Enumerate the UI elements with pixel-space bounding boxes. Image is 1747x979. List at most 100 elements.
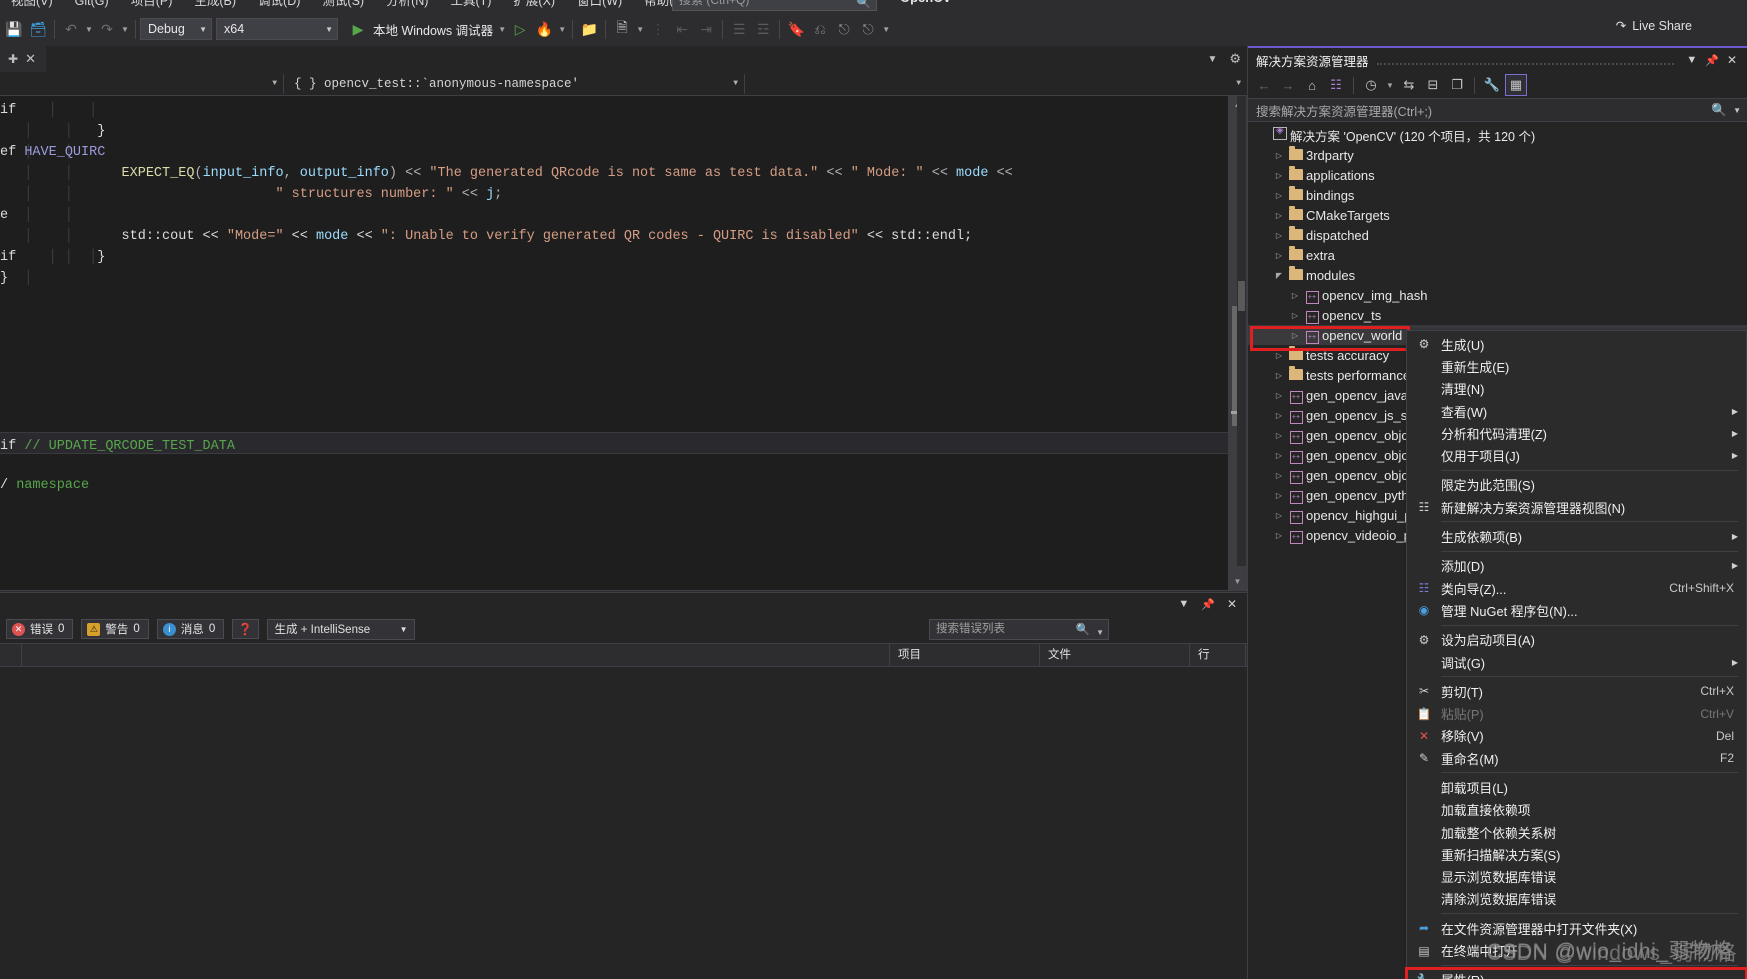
context-menu-item----d-[interactable]: 添加(D) ▶ (1407, 555, 1746, 577)
menu-item-test[interactable]: 测试(S) (311, 0, 375, 12)
context-menu-item----n-[interactable]: 清理(N) (1407, 378, 1746, 400)
sync-icon[interactable]: ⇆ (1398, 74, 1420, 96)
context-menu-item----------[interactable]: 清除浏览数据库错误 (1407, 888, 1746, 910)
pending-changes-icon[interactable]: ◷ (1360, 74, 1382, 96)
chevron-right-icon[interactable]: ▷ (1272, 491, 1286, 500)
hot-reload-dropdown-icon[interactable]: ▼ (556, 25, 568, 34)
close-icon[interactable]: ✕ (25, 51, 36, 67)
solution-explorer-gutter-scrollbar[interactable] (1237, 96, 1246, 566)
intellisense-icon[interactable]: ❓ (232, 619, 259, 639)
prev-bookmark-icon[interactable]: ⎌ (808, 17, 832, 41)
document-tab[interactable]: ✚ ✕ (0, 46, 46, 72)
chevron-right-icon[interactable]: ▷ (1272, 511, 1286, 520)
context-menu-item----------s-[interactable]: 重新扫描解决方案(S) (1407, 843, 1746, 865)
collapse-all-icon[interactable]: ⊟ (1422, 74, 1444, 96)
bookmark-dropdown-icon[interactable]: ▼ (880, 25, 892, 34)
pin-icon[interactable]: 📌 (1701, 54, 1723, 67)
context-menu-item------l-[interactable]: 卸载项目(L) (1407, 776, 1746, 798)
context-menu-item----g-[interactable]: 调试(G) ▶ (1407, 651, 1746, 673)
tree-item-bindings[interactable]: ▷ bindings (1248, 185, 1747, 205)
chevron-right-icon[interactable]: ▷ (1288, 291, 1302, 300)
window-layout-icon[interactable]: 🗎 (610, 17, 634, 41)
chevron-right-icon[interactable]: ▷ (1272, 371, 1286, 380)
undo-dropdown-icon[interactable]: ▼ (83, 25, 95, 34)
context-menu-item-----m-[interactable]: ✎ 重命名(M) F2 (1407, 747, 1746, 769)
chevron-down-icon[interactable]: ◤ (1272, 271, 1286, 280)
project-context-menu[interactable]: ⚙ 生成(U) 重新生成(E) 清理(N) 查看(W) ▶ 分析和代码清理(Z) ▶ 仅用于项目… (1405, 330, 1747, 979)
column-header-description[interactable] (22, 643, 890, 667)
context-menu-item-------b-[interactable]: 生成依赖项(B) ▶ (1407, 525, 1746, 547)
context-menu-item-----z----[interactable]: ☷ 类向导(Z)... Ctrl+Shift+X (1407, 577, 1746, 599)
hot-reload-icon[interactable]: 🔥 (532, 17, 556, 41)
chevron-right-icon[interactable]: ▷ (1272, 471, 1286, 480)
tree-item-extra[interactable]: ▷ extra (1248, 245, 1747, 265)
play-icon[interactable]: ▶ (346, 17, 370, 41)
context-menu-item----w-[interactable]: 查看(W) ▶ (1407, 400, 1746, 422)
chevron-right-icon[interactable]: ▷ (1272, 171, 1286, 180)
column-header-file[interactable]: 文件 (1040, 643, 1190, 667)
scroll-down-arrow[interactable]: ▼ (1228, 573, 1247, 590)
chevron-down-icon[interactable]: ▼ (1096, 623, 1104, 642)
chevron-right-icon[interactable]: ▷ (1272, 191, 1286, 200)
tree-item-modules[interactable]: ◤ modules (1248, 265, 1747, 285)
context-menu-item----u-[interactable]: ⚙ 生成(U) (1407, 333, 1746, 355)
menu-item-tools[interactable]: 工具(T) (439, 0, 502, 12)
menu-item-view[interactable]: 视图(V) (0, 0, 64, 12)
context-menu-item--------s-[interactable]: 限定为此范围(S) (1407, 474, 1746, 496)
pin-icon[interactable]: ✚ (8, 52, 18, 66)
chevron-right-icon[interactable]: ▷ (1272, 531, 1286, 540)
play-outline-icon[interactable]: ▷ (508, 17, 532, 41)
live-share-button[interactable]: ↷ Live Share (1616, 18, 1692, 34)
context-menu-item----r-[interactable]: 🔧属性(R) (1405, 966, 1747, 979)
quick-launch-search[interactable]: 搜索 (Ctrl+Q) 🔍 (672, 0, 877, 11)
chevron-right-icon[interactable]: ▷ (1272, 251, 1286, 260)
chevron-right-icon[interactable]: ▷ (1272, 391, 1286, 400)
menu-item-project[interactable]: 项目(P) (120, 0, 184, 12)
context-menu-item----nuget-----n----[interactable]: ◉ 管理 NuGet 程序包(N)... (1407, 599, 1746, 621)
chevron-right-icon[interactable]: ▷ (1288, 311, 1302, 320)
pin-icon[interactable]: 📌 (1201, 598, 1215, 611)
next-bookmark-icon[interactable]: ⎋ (832, 17, 856, 41)
chevron-down-icon[interactable]: ▼ (1682, 54, 1701, 66)
chevron-down-icon[interactable]: ▼ (1178, 598, 1189, 610)
menu-item-analyze[interactable]: 分析(N) (375, 0, 439, 12)
menu-item-git[interactable]: Git(G) (64, 0, 120, 12)
save-all-icon[interactable]: 🗃 (26, 17, 50, 41)
bookmark-icon[interactable]: 🔖 (784, 17, 808, 41)
tree-item-------opencv---120-------120---[interactable]: 解决方案 'OpenCV' (120 个项目，共 120 个) (1248, 125, 1747, 145)
chevron-down-icon[interactable]: ▼ (1733, 106, 1741, 115)
chevron-right-icon[interactable]: ▷ (1272, 431, 1286, 440)
properties-wrench-icon[interactable]: 🔧 (1481, 74, 1503, 96)
gear-icon[interactable]: ⚙ (1229, 51, 1241, 67)
namespace-scope-combo[interactable]: { } opencv_test::`anonymous-namespace' ▼ (284, 73, 744, 95)
tree-item-applications[interactable]: ▷ applications (1248, 165, 1747, 185)
menu-item-debug[interactable]: 调试(D) (247, 0, 311, 12)
tree-item-3rdparty[interactable]: ▷ 3rdparty (1248, 145, 1747, 165)
redo-icon[interactable]: ↷ (95, 17, 119, 41)
tree-item-dispatched[interactable]: ▷ dispatched (1248, 225, 1747, 245)
context-menu-item------e-[interactable]: 重新生成(E) (1407, 355, 1746, 377)
menu-item-extensions[interactable]: 扩展(X) (502, 0, 566, 12)
drag-handle-icon[interactable]: ⋮ (646, 17, 670, 41)
tree-item-opencv_ts[interactable]: ▷ ++ opencv_ts (1248, 305, 1747, 325)
messages-filter-button[interactable]: i 消息 0 (156, 619, 225, 639)
tree-item-cmaketargets[interactable]: ▷ CMakeTargets (1248, 205, 1747, 225)
chevron-right-icon[interactable]: ▷ (1272, 351, 1286, 360)
chevron-right-icon[interactable]: ▷ (1288, 331, 1302, 340)
context-menu-item----v-[interactable]: ✕ 移除(V) Del (1407, 725, 1746, 747)
member-scope-combo[interactable]: ▼ (745, 73, 1247, 95)
chevron-right-icon[interactable]: ▷ (1272, 151, 1286, 160)
column-header-project[interactable]: 项目 (890, 643, 1040, 667)
redo-dropdown-icon[interactable]: ▼ (119, 25, 131, 34)
platform-combo[interactable]: x64 ▼ (216, 18, 338, 40)
warnings-filter-button[interactable]: ⚠ 警告 0 (81, 619, 149, 639)
chevron-right-icon[interactable]: ▷ (1272, 451, 1286, 460)
context-menu-item---------------n-[interactable]: ☷ 新建解决方案资源管理器视图(N) (1407, 496, 1746, 518)
start-debug-dropdown-icon[interactable]: ▼ (496, 25, 508, 34)
menu-item-window[interactable]: 窗口(W) (566, 0, 633, 12)
errors-filter-button[interactable]: ✕ 错误 0 (6, 619, 74, 639)
show-all-files-icon[interactable]: ❐ (1446, 74, 1468, 96)
undo-icon[interactable]: ↶ (59, 17, 83, 41)
context-menu-item-------j-[interactable]: 仅用于项目(J) ▶ (1407, 444, 1746, 466)
chevron-down-icon[interactable]: ▼ (1207, 54, 1217, 65)
